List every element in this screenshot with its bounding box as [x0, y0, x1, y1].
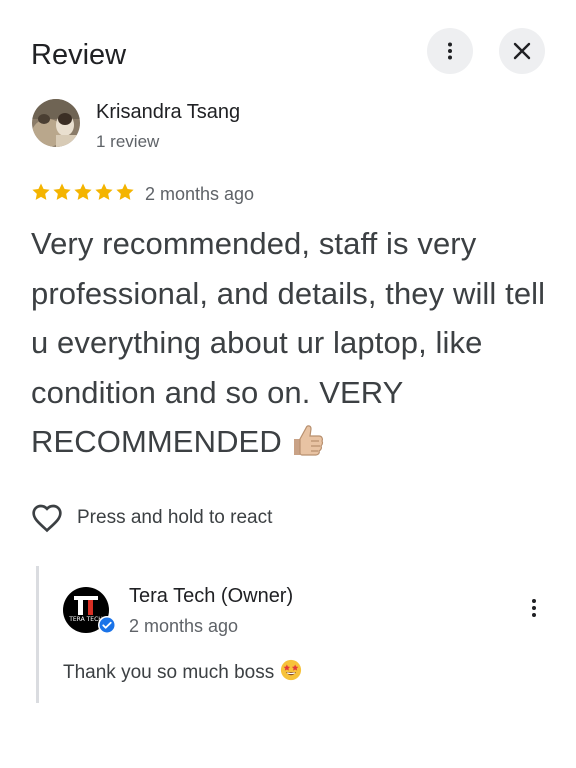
- reviewer-name[interactable]: Krisandra Tsang: [96, 98, 240, 126]
- more-vert-icon: [532, 599, 536, 617]
- reviewer-review-count: 1 review: [96, 132, 160, 151]
- react-button[interactable]: Press and hold to react: [31, 503, 272, 533]
- owner-reply-text: Thank you so much boss: [63, 662, 275, 683]
- star-struck-emoji-icon: [280, 659, 302, 690]
- reply-more-options-button[interactable]: [520, 594, 548, 622]
- reply-divider: [36, 566, 39, 703]
- page-title: Review: [31, 39, 127, 71]
- owner-reply-body: Thank you so much boss: [63, 659, 302, 690]
- more-options-button[interactable]: [427, 28, 473, 74]
- review-date: 2 months ago: [145, 184, 255, 204]
- reviewer-photo: [32, 99, 80, 147]
- star-icon: [74, 183, 92, 200]
- owner-avatar[interactable]: TERA TECH: [62, 586, 116, 634]
- star-rating: [31, 182, 135, 202]
- star-icon: [53, 183, 71, 200]
- review-text: Very recommended, staff is very professi…: [31, 226, 546, 459]
- close-icon: [513, 42, 531, 60]
- more-vert-icon: [448, 42, 452, 60]
- star-icon: [32, 183, 50, 200]
- verified-check-icon: [98, 616, 116, 634]
- close-button[interactable]: [499, 28, 545, 74]
- react-label: Press and hold to react: [77, 507, 273, 528]
- thumbs-up-icon: [290, 422, 324, 473]
- reviewer-avatar[interactable]: [32, 99, 80, 147]
- star-icon: [116, 183, 134, 200]
- owner-reply-date: 2 months ago: [129, 616, 239, 636]
- star-icon: [95, 183, 113, 200]
- owner-name[interactable]: Tera Tech (Owner): [129, 582, 293, 610]
- heart-outline-icon: [32, 504, 62, 533]
- review-body: Very recommended, staff is very professi…: [31, 219, 551, 473]
